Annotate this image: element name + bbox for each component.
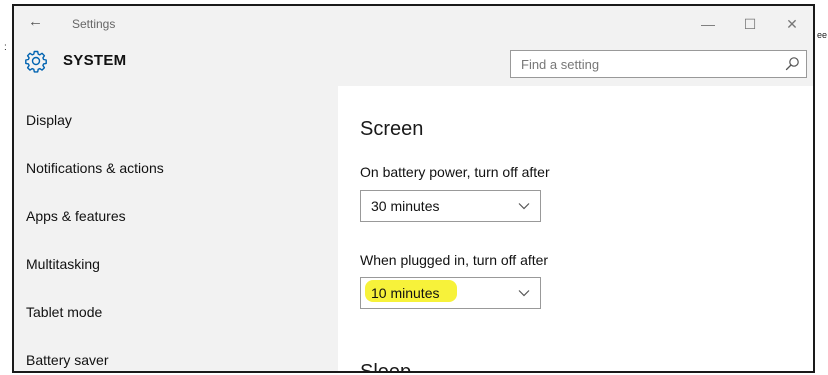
sidebar: Display Notifications & actions Apps & f… [14, 94, 338, 371]
title-bar: ← Settings — ☐ ✕ [14, 6, 813, 42]
settings-window: ← Settings — ☐ ✕ SYSTEM Display Notifica… [12, 4, 815, 373]
plugged-timeout-select[interactable]: 10 minutes [360, 277, 541, 309]
maximize-button[interactable]: ☐ [732, 12, 768, 36]
search-input[interactable] [511, 51, 781, 77]
section-heading-sleep: Sleep [360, 361, 412, 373]
chevron-down-icon [518, 203, 530, 210]
plugged-timeout-value: 10 minutes [371, 285, 440, 301]
edge-artifact-left: : [4, 42, 7, 53]
sidebar-item-notifications[interactable]: Notifications & actions [26, 160, 164, 176]
battery-timeout-value: 30 minutes [371, 198, 440, 214]
edge-artifact-right: ee [817, 30, 828, 40]
sidebar-item-multitasking[interactable]: Multitasking [26, 256, 100, 272]
gear-icon [25, 50, 47, 73]
sidebar-item-battery-saver[interactable]: Battery saver [26, 352, 108, 368]
chevron-down-icon [518, 290, 530, 297]
search-icon[interactable] [784, 56, 800, 72]
window-title: Settings [72, 17, 116, 31]
sidebar-item-display[interactable]: Display [26, 112, 72, 128]
close-button[interactable]: ✕ [774, 12, 810, 36]
battery-timeout-label: On battery power, turn off after [360, 164, 550, 180]
sidebar-item-apps-features[interactable]: Apps & features [26, 208, 126, 224]
page-title: SYSTEM [63, 52, 127, 69]
section-heading-screen: Screen [360, 118, 424, 140]
sidebar-item-tablet-mode[interactable]: Tablet mode [26, 304, 102, 320]
minimize-button[interactable]: — [690, 12, 726, 36]
plugged-timeout-label: When plugged in, turn off after [360, 252, 549, 268]
search-box[interactable] [510, 50, 807, 78]
back-arrow-icon[interactable]: ← [28, 12, 50, 32]
battery-timeout-select[interactable]: 30 minutes [360, 190, 541, 222]
main-content: Screen On battery power, turn off after … [338, 86, 813, 373]
